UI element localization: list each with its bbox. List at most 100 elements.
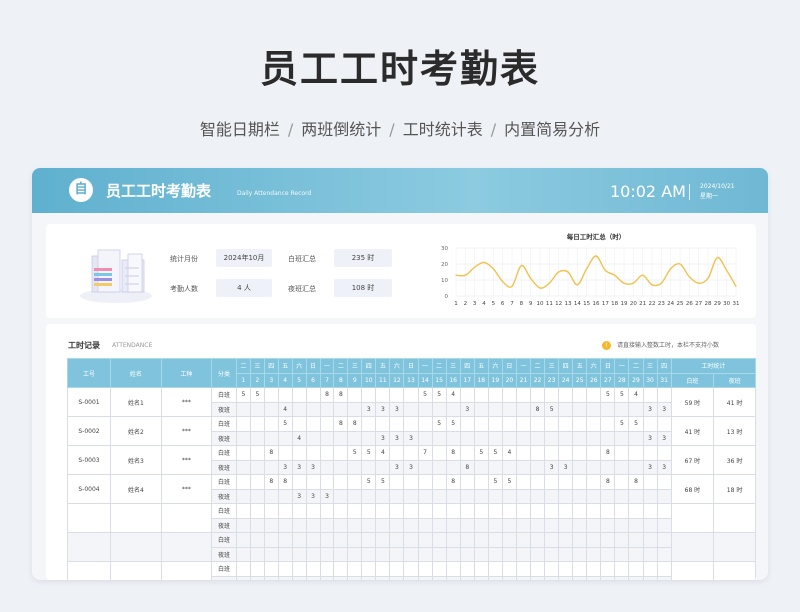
hours-cell[interactable] xyxy=(291,561,307,577)
hours-cell[interactable] xyxy=(417,459,433,475)
hours-cell[interactable] xyxy=(375,561,391,577)
hours-cell[interactable] xyxy=(319,546,335,562)
hours-cell[interactable]: 5 xyxy=(501,474,517,490)
hours-cell[interactable] xyxy=(361,430,377,446)
hours-cell[interactable] xyxy=(431,430,447,446)
hours-cell[interactable] xyxy=(614,488,630,504)
hours-cell[interactable] xyxy=(473,561,489,577)
hours-cell[interactable] xyxy=(361,503,377,519)
hours-cell[interactable] xyxy=(347,474,363,490)
hours-cell[interactable]: 5 xyxy=(361,445,377,461)
hours-cell[interactable] xyxy=(530,459,546,475)
hours-cell[interactable] xyxy=(291,517,307,533)
hours-cell[interactable] xyxy=(403,517,419,533)
hours-cell[interactable] xyxy=(347,561,363,577)
hours-cell[interactable]: 3 xyxy=(403,459,419,475)
hours-cell[interactable] xyxy=(333,575,349,580)
hours-cell[interactable] xyxy=(656,546,672,562)
hours-cell[interactable] xyxy=(614,546,630,562)
hours-cell[interactable] xyxy=(642,416,658,432)
hours-cell[interactable] xyxy=(501,575,517,580)
hours-cell[interactable] xyxy=(417,488,433,504)
hours-cell[interactable]: 4 xyxy=(501,445,517,461)
hours-cell[interactable] xyxy=(600,517,616,533)
hours-cell[interactable] xyxy=(389,474,405,490)
hours-cell[interactable] xyxy=(347,517,363,533)
hours-cell[interactable] xyxy=(572,416,588,432)
hours-cell[interactable]: 8 xyxy=(445,445,461,461)
hours-cell[interactable] xyxy=(277,503,293,519)
hours-cell[interactable] xyxy=(530,561,546,577)
hours-cell[interactable]: 7 xyxy=(417,445,433,461)
hours-cell[interactable] xyxy=(586,445,602,461)
hours-cell[interactable]: 4 xyxy=(628,387,644,403)
hours-cell[interactable] xyxy=(558,517,574,533)
employee-id[interactable]: S-0001 xyxy=(67,387,111,417)
hours-cell[interactable] xyxy=(628,517,644,533)
hours-cell[interactable] xyxy=(473,430,489,446)
hours-cell[interactable]: 3 xyxy=(361,401,377,417)
hours-cell[interactable] xyxy=(459,430,475,446)
hours-cell[interactable] xyxy=(375,532,391,548)
hours-cell[interactable] xyxy=(375,459,391,475)
hours-cell[interactable] xyxy=(333,430,349,446)
hours-cell[interactable] xyxy=(558,503,574,519)
hours-cell[interactable] xyxy=(319,517,335,533)
hours-cell[interactable]: 3 xyxy=(656,401,672,417)
hours-cell[interactable] xyxy=(333,561,349,577)
hours-cell[interactable]: 8 xyxy=(600,474,616,490)
hours-cell[interactable] xyxy=(249,445,265,461)
hours-cell[interactable] xyxy=(291,387,307,403)
hours-cell[interactable] xyxy=(403,387,419,403)
hours-cell[interactable] xyxy=(473,474,489,490)
hours-cell[interactable] xyxy=(361,488,377,504)
hours-cell[interactable] xyxy=(501,517,517,533)
hours-cell[interactable] xyxy=(249,546,265,562)
hours-cell[interactable] xyxy=(361,416,377,432)
hours-cell[interactable]: 3 xyxy=(375,401,391,417)
hours-cell[interactable] xyxy=(361,532,377,548)
hours-cell[interactable] xyxy=(586,561,602,577)
hours-cell[interactable]: 8 xyxy=(263,445,279,461)
employee-id[interactable]: S-0004 xyxy=(67,474,111,504)
hours-cell[interactable] xyxy=(459,488,475,504)
hours-cell[interactable]: 8 xyxy=(445,474,461,490)
hours-cell[interactable]: 3 xyxy=(459,401,475,417)
hours-cell[interactable] xyxy=(305,575,321,580)
hours-cell[interactable] xyxy=(600,546,616,562)
hours-cell[interactable]: 8 xyxy=(333,387,349,403)
hours-cell[interactable] xyxy=(431,401,447,417)
hours-cell[interactable] xyxy=(530,387,546,403)
hours-cell[interactable]: 5 xyxy=(473,445,489,461)
hours-cell[interactable] xyxy=(558,488,574,504)
employee-name[interactable]: 姓名1 xyxy=(110,387,162,417)
hours-cell[interactable]: 3 xyxy=(558,459,574,475)
hours-cell[interactable] xyxy=(487,517,503,533)
hours-cell[interactable] xyxy=(403,575,419,580)
hours-cell[interactable] xyxy=(431,546,447,562)
hours-cell[interactable] xyxy=(600,488,616,504)
employee-name[interactable]: 姓名3 xyxy=(110,445,162,475)
hours-cell[interactable] xyxy=(487,532,503,548)
hours-cell[interactable] xyxy=(235,546,251,562)
hours-cell[interactable] xyxy=(473,416,489,432)
hours-cell[interactable]: 5 xyxy=(347,445,363,461)
hours-cell[interactable] xyxy=(530,517,546,533)
hours-cell[interactable] xyxy=(459,445,475,461)
hours-cell[interactable] xyxy=(263,532,279,548)
hours-cell[interactable] xyxy=(389,387,405,403)
hours-cell[interactable] xyxy=(586,401,602,417)
hours-cell[interactable] xyxy=(558,561,574,577)
hours-cell[interactable] xyxy=(333,517,349,533)
employee-id[interactable] xyxy=(67,503,111,533)
hours-cell[interactable]: 5 xyxy=(600,387,616,403)
hours-cell[interactable] xyxy=(600,532,616,548)
hours-cell[interactable] xyxy=(459,575,475,580)
hours-cell[interactable] xyxy=(572,503,588,519)
hours-cell[interactable] xyxy=(333,459,349,475)
hours-cell[interactable] xyxy=(319,416,335,432)
hours-cell[interactable] xyxy=(642,503,658,519)
hours-cell[interactable] xyxy=(417,561,433,577)
hours-cell[interactable] xyxy=(305,445,321,461)
hours-cell[interactable] xyxy=(305,430,321,446)
